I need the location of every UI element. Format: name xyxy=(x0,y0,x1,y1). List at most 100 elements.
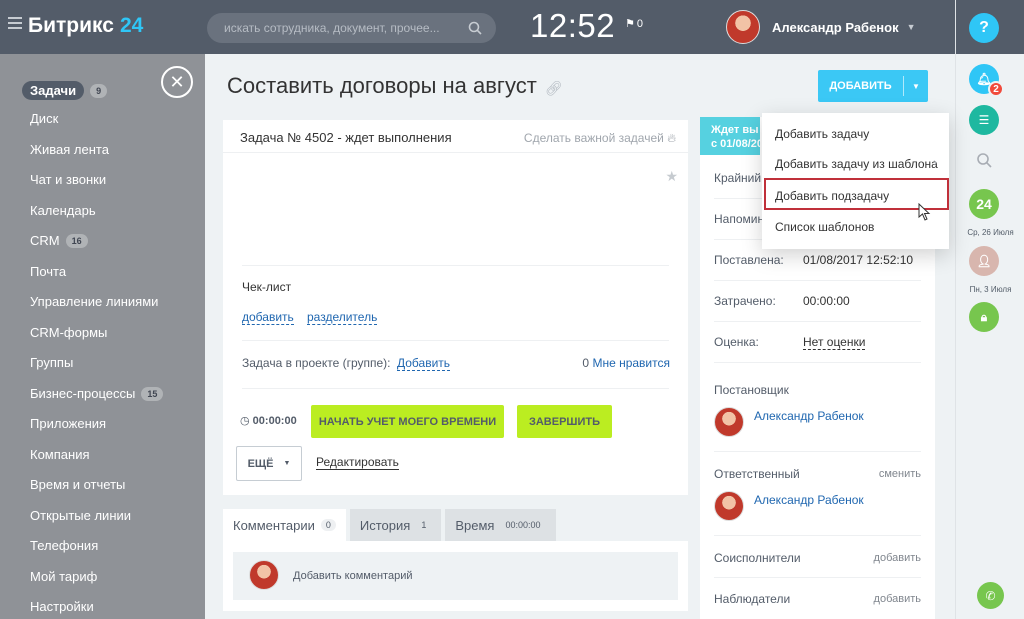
creator-name[interactable]: Александр Рабенок xyxy=(754,409,864,423)
top-bar: Битрикс24 12:52 ⚑0 Александр Рабенок ▼ xyxy=(0,0,955,54)
close-icon[interactable]: ✕ xyxy=(161,66,193,98)
responsible[interactable]: Александр Рабенок xyxy=(714,491,864,521)
sidebar-item-counter: 15 xyxy=(141,386,164,401)
avatar xyxy=(714,407,744,437)
bell-icon[interactable]: 🔔︎ 2 xyxy=(969,64,1004,97)
sidebar-item-feed[interactable]: Живая лента xyxy=(30,142,109,157)
tab-comments[interactable]: Комментарии 0 xyxy=(223,509,346,541)
edit-link[interactable]: Редактировать xyxy=(316,455,399,470)
lock-icon[interactable]: 🔒︎ xyxy=(969,302,999,332)
add-button[interactable]: ДОБАВИТЬ ▼ xyxy=(818,70,928,102)
sidebar-item-calendar[interactable]: Календарь xyxy=(30,203,96,218)
menu-item-add-task[interactable]: Добавить задачу xyxy=(775,127,869,141)
like-button[interactable]: 0 Мне нравится xyxy=(582,356,670,370)
sidebar-item-crm-forms[interactable]: CRM-формы xyxy=(30,325,107,340)
flag-counter[interactable]: ⚑ 0 xyxy=(625,17,643,31)
divider xyxy=(714,577,921,578)
more-button[interactable]: ЕЩЁ ▼ xyxy=(236,446,302,481)
chat-icon[interactable]: ☰ xyxy=(969,105,999,135)
sidebar-item-label: Компания xyxy=(30,447,90,462)
avatar xyxy=(726,10,760,44)
sidebar-item-label: Чат и звонки xyxy=(30,172,107,187)
make-important-link[interactable]: Сделать важной задачей 🔥︎ xyxy=(524,131,676,146)
creator[interactable]: Александр Рабенок xyxy=(714,407,864,437)
checklist-add-link[interactable]: добавить xyxy=(242,310,294,325)
flag-count: 0 xyxy=(636,17,643,30)
sidebar-item-settings[interactable]: Настройки xyxy=(30,599,94,614)
search-input[interactable] xyxy=(224,21,464,35)
add-button-label: ДОБАВИТЬ xyxy=(829,80,892,92)
sidebar-item-company[interactable]: Компания xyxy=(30,447,90,462)
sidebar-item-open-lines[interactable]: Открытые линии xyxy=(30,508,131,523)
start-timer-button[interactable]: НАЧАТЬ УЧЕТ МОЕГО ВРЕМЕНИ xyxy=(311,405,504,438)
phone-icon[interactable]: ✆ xyxy=(977,582,1004,609)
task-card: Задача № 4502 - ждет выполнения Сделать … xyxy=(223,120,688,495)
created-value: 01/08/2017 12:52:10 xyxy=(803,253,914,267)
spent-label: Затрачено: xyxy=(714,294,776,308)
add-auditor-link[interactable]: добавить xyxy=(874,593,921,605)
chevron-down-icon[interactable]: ▼ xyxy=(904,82,928,91)
sidebar-item-time[interactable]: Время и отчеты xyxy=(30,477,125,492)
flag-icon: ⚑ xyxy=(625,18,635,30)
task-title: Составить договоры на август xyxy=(227,73,537,98)
user-icon[interactable]: 👤︎ xyxy=(969,246,999,276)
project-label: Задача в проекте (группе): xyxy=(242,356,391,370)
sidebar-item-groups[interactable]: Группы xyxy=(30,355,73,370)
sidebar-item-mail[interactable]: Почта xyxy=(30,264,66,279)
date-label: Пн, 3 Июля xyxy=(969,285,1012,294)
sidebar-item-bizproc[interactable]: Бизнес-процессы 15 xyxy=(30,386,164,401)
sidebar-item-disk[interactable]: Диск xyxy=(30,111,58,126)
clock[interactable]: 12:52 xyxy=(530,7,615,45)
right-toolbar-header: ? xyxy=(956,0,1024,54)
star-icon[interactable]: ★ xyxy=(665,168,678,185)
chevron-down-icon: ▼ xyxy=(283,460,291,467)
tab-counter: 00:00:00 xyxy=(500,519,546,531)
menu-item-add-subtask[interactable]: Добавить подзадачу xyxy=(775,189,889,203)
divider xyxy=(242,340,669,341)
tab-time[interactable]: Время 00:00:00 xyxy=(445,509,556,541)
auditors-label: Наблюдатели xyxy=(714,592,791,606)
sidebar-item-label: Задачи xyxy=(22,81,85,100)
link-icon[interactable]: 🔗︎ xyxy=(545,80,563,96)
spent-row: Затрачено: 00:00:00 xyxy=(714,294,924,308)
menu-item-add-from-template[interactable]: Добавить задачу из шаблона xyxy=(775,157,938,171)
change-responsible-link[interactable]: сменить xyxy=(879,468,921,480)
logo-text: Битрикс xyxy=(28,14,114,37)
search-bar[interactable] xyxy=(207,13,496,43)
help-icon[interactable]: ? xyxy=(969,13,999,43)
finish-button[interactable]: ЗАВЕРШИТЬ xyxy=(517,405,612,438)
logo-number: 24 xyxy=(119,14,144,37)
sidebar-item-tasks[interactable]: Задачи 9 xyxy=(22,81,108,100)
search-icon[interactable] xyxy=(976,152,992,168)
project-add-link[interactable]: Добавить xyxy=(397,356,451,371)
tab-history[interactable]: История 1 xyxy=(349,509,442,541)
menu-icon[interactable] xyxy=(8,17,22,29)
user-menu[interactable]: Александр Рабенок ▼ xyxy=(726,10,916,44)
notification-badge: 2 xyxy=(988,81,1004,97)
search-icon[interactable] xyxy=(468,21,482,35)
sidebar-item-apps[interactable]: Приложения xyxy=(30,416,106,431)
more-button-label: ЕЩЁ xyxy=(247,457,274,470)
divider xyxy=(242,265,669,266)
add-comment-field[interactable]: Добавить комментарий xyxy=(233,552,678,600)
deadline-label: Крайний xyxy=(714,171,762,185)
sidebar-item-tariff[interactable]: Мой тариф xyxy=(30,569,97,584)
sidebar-item-lines[interactable]: Управление линиями xyxy=(30,294,158,309)
day-icon[interactable]: 24 xyxy=(969,189,999,219)
accomplices-label: Соисполнители xyxy=(714,551,801,565)
rating-value[interactable]: Нет оценки xyxy=(803,335,866,350)
sidebar-item-crm[interactable]: CRM 16 xyxy=(30,233,88,248)
sidebar-item-chat[interactable]: Чат и звонки xyxy=(30,172,106,187)
add-dropdown-menu: Добавить задачу Добавить задачу из шабло… xyxy=(762,113,949,249)
checklist-separator-link[interactable]: разделитель xyxy=(307,310,378,325)
page-title: Составить договоры на август 🔗︎ xyxy=(227,73,563,99)
add-accomplice-link[interactable]: добавить xyxy=(874,552,921,564)
sidebar-item-label: Открытые линии xyxy=(30,508,132,523)
sidebar-item-counter: 9 xyxy=(90,83,108,98)
divider xyxy=(714,362,921,363)
menu-item-template-list[interactable]: Список шаблонов xyxy=(775,220,874,234)
checklist-label: Чек-лист xyxy=(242,280,292,294)
logo[interactable]: Битрикс 24 xyxy=(28,14,143,38)
responsible-name[interactable]: Александр Рабенок xyxy=(754,493,864,507)
sidebar-item-telephony[interactable]: Телефония xyxy=(30,538,98,553)
